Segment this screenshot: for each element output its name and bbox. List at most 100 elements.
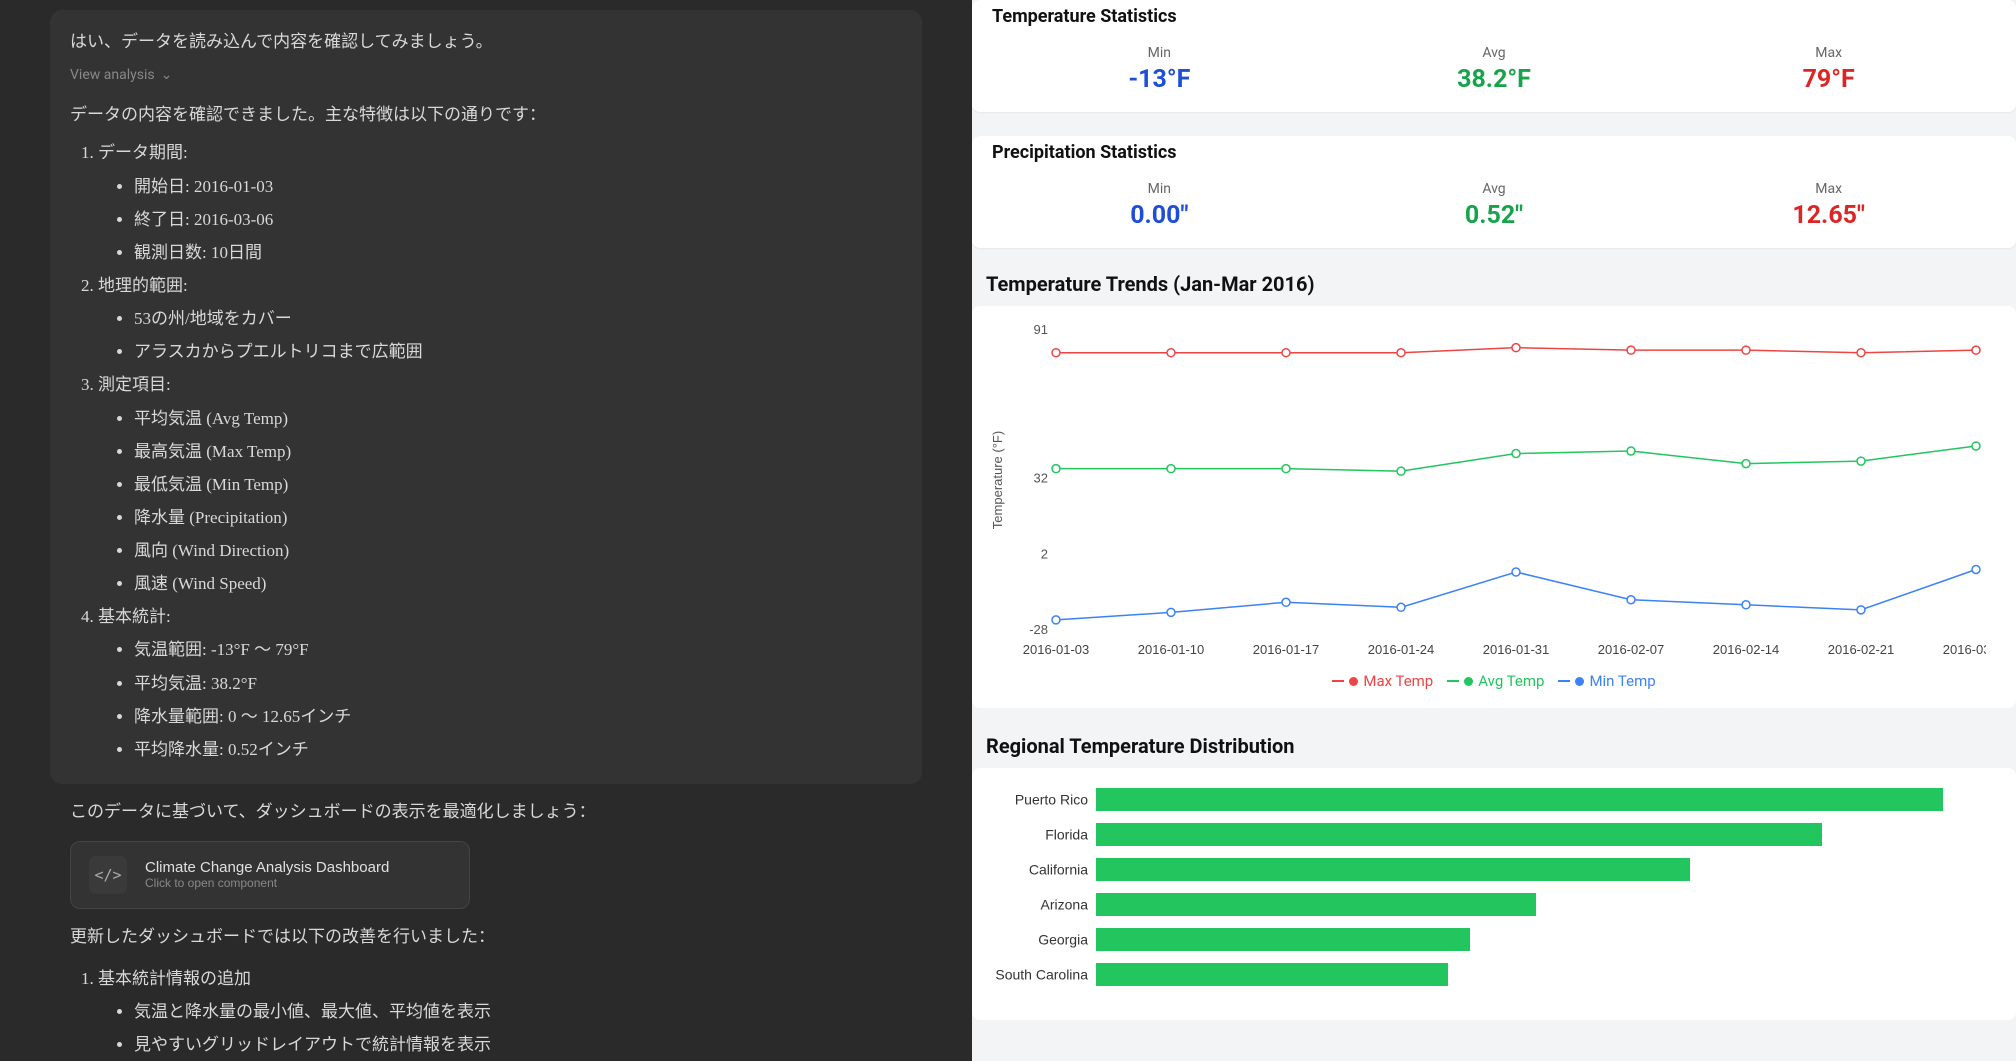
sub-list: 平均気温 (Avg Temp) 最高気温 (Max Temp) 最低気温 (Mi…	[98, 402, 902, 601]
svg-text:Florida: Florida	[1045, 827, 1088, 843]
view-analysis-toggle[interactable]: View analysis	[70, 67, 902, 83]
list-item: データ期間: 開始日: 2016-01-03 終了日: 2016-03-06 観…	[98, 136, 902, 269]
updates-list: 基本統計情報の追加 気温と降水量の最小値、最大値、平均値を表示 見やすいグリッド…	[70, 962, 902, 1061]
line-chart-svg: -28 2 32 91 Temperature (°F) 2016-01-03 2016-0…	[986, 320, 1986, 660]
list-item-title: データ期間:	[98, 143, 188, 162]
svg-text:2016-03-06: 2016-03-06	[1943, 642, 1986, 657]
list-item: 最低気温 (Min Temp)	[134, 468, 902, 501]
list-item: 降水量範囲: 0 ～ 12.65インチ	[134, 700, 902, 733]
precipitation-stats-title: Precipitation Statistics	[972, 136, 2016, 175]
stat-max: Max 12.65"	[1661, 181, 1996, 230]
temperature-stats-title: Temperature Statistics	[972, 0, 2016, 39]
svg-text:2016-02-21: 2016-02-21	[1828, 642, 1895, 657]
sub-list: 開始日: 2016-01-03 終了日: 2016-03-06 観測日数: 10…	[98, 170, 902, 269]
svg-text:32: 32	[1034, 471, 1048, 486]
list-item: 平均気温 (Avg Temp)	[134, 402, 902, 435]
list-item: 降水量 (Precipitation)	[134, 501, 902, 534]
svg-text:South Carolina: South Carolina	[995, 967, 1088, 983]
legend-avg: Avg Temp	[1447, 672, 1544, 690]
list-item-title: 地理的範囲:	[98, 276, 188, 295]
list-item: 風速 (Wind Speed)	[134, 567, 902, 600]
assistant-message: はい、データを読み込んで内容を確認してみましょう。 View analysis …	[50, 10, 922, 784]
optimize-text: このデータに基づいて、ダッシュボードの表示を最適化しましょう：	[70, 798, 902, 827]
regional-chart-title: Regional Temperature Distribution	[972, 734, 2016, 768]
stat-avg: Avg 0.52"	[1327, 181, 1662, 230]
svg-text:2016-01-17: 2016-01-17	[1253, 642, 1320, 657]
svg-text:2: 2	[1041, 546, 1048, 561]
stat-value-max: 79°F	[1661, 65, 1996, 94]
legend-label: Min Temp	[1589, 672, 1655, 690]
stat-min: Min 0.00"	[992, 181, 1327, 230]
updates-intro: 更新したダッシュボードでは以下の改善を行いました：	[70, 923, 902, 952]
temperature-stats-card: Temperature Statistics Min -13°F Avg 38.…	[972, 0, 2016, 112]
svg-text:2016-02-14: 2016-02-14	[1713, 642, 1780, 657]
list-item: 気温範囲: -13°F ～ 79°F	[134, 633, 902, 666]
list-item: アラスカからプエルトリコまで広範囲	[134, 335, 902, 368]
svg-text:California: California	[1029, 862, 1088, 878]
legend-max: Max Temp	[1332, 672, 1433, 690]
list-item: 風向 (Wind Direction)	[134, 534, 902, 567]
sub-list: 気温範囲: -13°F ～ 79°F 平均気温: 38.2°F 降水量範囲: 0…	[98, 633, 902, 766]
svg-text:2016-01-24: 2016-01-24	[1368, 642, 1435, 657]
svg-text:2016-01-10: 2016-01-10	[1138, 642, 1205, 657]
list-item-title: 基本統計情報の追加	[98, 969, 251, 988]
svg-text:-28: -28	[1029, 622, 1048, 637]
component-link-card[interactable]: </> Climate Change Analysis Dashboard Cl…	[70, 841, 470, 909]
stat-max: Max 79°F	[1661, 45, 1996, 94]
list-item: 平均気温: 38.2°F	[134, 667, 902, 700]
stat-value-avg: 38.2°F	[1327, 65, 1662, 94]
view-analysis-label: View analysis	[70, 67, 155, 83]
svg-text:2016-01-03: 2016-01-03	[1023, 642, 1090, 657]
stat-label: Min	[992, 181, 1327, 197]
chat-confirmed-text: データの内容を確認できました。主な特徴は以下の通りです：	[70, 101, 902, 128]
feature-list: データ期間: 開始日: 2016-01-03 終了日: 2016-03-06 観…	[70, 136, 902, 766]
component-meta: Climate Change Analysis Dashboard Click …	[145, 859, 389, 890]
svg-text:Georgia: Georgia	[1038, 932, 1088, 948]
list-item: 53の州/地域をカバー	[134, 302, 902, 335]
stat-value-avg: 0.52"	[1327, 201, 1662, 230]
list-item: 基本統計: 気温範囲: -13°F ～ 79°F 平均気温: 38.2°F 降水…	[98, 600, 902, 766]
stat-value-min: 0.00"	[992, 201, 1327, 230]
stat-label: Max	[1661, 181, 1996, 197]
sub-list: 気温と降水量の最小値、最大値、平均値を表示 見やすいグリッドレイアウトで統計情報…	[98, 995, 902, 1061]
trends-chart-title: Temperature Trends (Jan-Mar 2016)	[972, 272, 2016, 306]
stat-label: Max	[1661, 45, 1996, 61]
svg-text:Temperature (°F): Temperature (°F)	[990, 431, 1005, 529]
chevron-down-icon	[161, 67, 173, 83]
chat-intro-text: はい、データを読み込んで内容を確認してみましょう。	[70, 28, 902, 55]
stat-value-min: -13°F	[992, 65, 1327, 94]
legend-label: Max Temp	[1363, 672, 1433, 690]
stat-min: Min -13°F	[992, 45, 1327, 94]
component-title: Climate Change Analysis Dashboard	[145, 859, 389, 876]
sub-list: 53の州/地域をカバー アラスカからプエルトリコまで広範囲	[98, 302, 902, 368]
svg-text:91: 91	[1034, 322, 1048, 337]
stat-value-max: 12.65"	[1661, 201, 1996, 230]
list-item: 観測日数: 10日間	[134, 236, 902, 269]
list-item-title: 基本統計:	[98, 607, 171, 626]
stats-row: Min 0.00" Avg 0.52" Max 12.65"	[972, 175, 2016, 248]
list-item: 測定項目: 平均気温 (Avg Temp) 最高気温 (Max Temp) 最低…	[98, 368, 902, 600]
list-item: 最高気温 (Max Temp)	[134, 435, 902, 468]
legend-min: Min Temp	[1558, 672, 1655, 690]
list-item: 平均降水量: 0.52インチ	[134, 733, 902, 766]
dashboard-panel: Temperature Statistics Min -13°F Avg 38.…	[972, 0, 2016, 1061]
chat-panel: はい、データを読み込んで内容を確認してみましょう。 View analysis …	[0, 0, 972, 1061]
stat-avg: Avg 38.2°F	[1327, 45, 1662, 94]
svg-text:2016-01-31: 2016-01-31	[1483, 642, 1550, 657]
code-icon: </>	[89, 856, 127, 894]
precipitation-stats-card: Precipitation Statistics Min 0.00" Avg 0…	[972, 136, 2016, 248]
svg-text:Puerto Rico: Puerto Rico	[1015, 792, 1088, 808]
component-subtitle: Click to open component	[145, 876, 389, 890]
legend-label: Avg Temp	[1478, 672, 1544, 690]
stat-label: Avg	[1327, 181, 1662, 197]
list-item-title: 測定項目:	[98, 375, 171, 394]
stat-label: Min	[992, 45, 1327, 61]
svg-text:2016-02-07: 2016-02-07	[1598, 642, 1665, 657]
regional-chart: Puerto RicoFloridaCaliforniaArizonaGeorg…	[972, 768, 2016, 1020]
list-item: 見やすいグリッドレイアウトで統計情報を表示	[134, 1028, 902, 1061]
bar-chart-svg: Puerto RicoFloridaCaliforniaArizonaGeorg…	[986, 782, 1986, 1012]
trends-chart: -28 2 32 91 Temperature (°F) 2016-01-03 2016-0…	[972, 306, 2016, 708]
list-item: 終了日: 2016-03-06	[134, 203, 902, 236]
stats-row: Min -13°F Avg 38.2°F Max 79°F	[972, 39, 2016, 112]
stat-label: Avg	[1327, 45, 1662, 61]
